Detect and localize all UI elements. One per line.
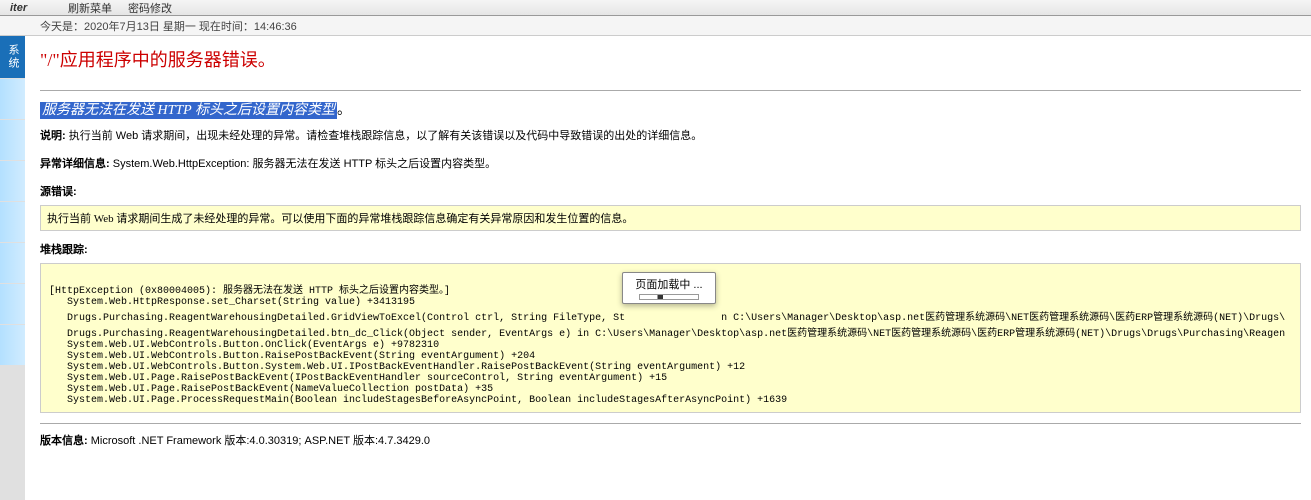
menu-refresh[interactable]: 刷新菜单 [60, 0, 120, 16]
date-bar: 今天是：2020年7月13日 星期一 现在时间：14:46:36 [0, 16, 1311, 36]
sidebar-tab-system[interactable]: 系统 [0, 36, 25, 78]
error-subtitle-period: 。 [337, 101, 351, 117]
divider [40, 90, 1301, 91]
source-error-text: 执行当前 Web 请求期间生成了未经处理的异常。可以使用下面的异常堆栈跟踪信息确… [47, 213, 633, 225]
sidebar-tab-1[interactable] [0, 79, 25, 119]
stacktrace-label: 堆栈跟踪: [40, 241, 1301, 257]
exception-text: System.Web.HttpException: 服务器无法在发送 HTTP … [110, 158, 497, 170]
version-label: 版本信息: [40, 435, 88, 447]
exception-details: 异常详细信息: System.Web.HttpException: 服务器无法在… [40, 155, 1301, 171]
sidebar-tab-7[interactable] [0, 325, 25, 365]
loading-bar [639, 294, 699, 300]
error-description: 说明: 执行当前 Web 请求期间，出现未经处理的异常。请检查堆栈跟踪信息，以了… [40, 127, 1301, 143]
main-content: "/"应用程序中的服务器错误。 服务器无法在发送 HTTP 标头之后设置内容类型… [25, 36, 1311, 500]
error-subtitle: 服务器无法在发送 HTTP 标头之后设置内容类型 [40, 102, 337, 119]
exception-label: 异常详细信息: [40, 158, 110, 170]
sidebar-tab-2[interactable] [0, 120, 25, 160]
description-text: 执行当前 Web 请求期间，出现未经处理的异常。请检查堆栈跟踪信息，以了解有关该… [66, 130, 703, 142]
sidebar-tab-6[interactable] [0, 284, 25, 324]
error-title: "/"应用程序中的服务器错误。 [40, 46, 1301, 72]
app-brand: iter [0, 2, 60, 14]
version-text: Microsoft .NET Framework 版本:4.0.30319; A… [88, 435, 430, 447]
app-header: iter 刷新菜单 密码修改 [0, 0, 1311, 16]
source-error-block: 执行当前 Web 请求期间生成了未经处理的异常。可以使用下面的异常堆栈跟踪信息确… [40, 205, 1301, 231]
error-page: "/"应用程序中的服务器错误。 服务器无法在发送 HTTP 标头之后设置内容类型… [25, 36, 1311, 458]
error-subtitle-wrap: 服务器无法在发送 HTTP 标头之后设置内容类型。 [40, 99, 1301, 119]
menu-change-password[interactable]: 密码修改 [120, 0, 180, 16]
source-error-label: 源错误: [40, 183, 1301, 199]
description-label: 说明: [40, 130, 66, 142]
sidebar-tab-5[interactable] [0, 243, 25, 283]
loading-text: 页面加载中 ... [635, 276, 702, 292]
date-text: 今天是：2020年7月13日 星期一 现在时间：14:46:36 [40, 18, 297, 34]
sidebar-tab-4[interactable] [0, 202, 25, 242]
sidebar-tab-3[interactable] [0, 161, 25, 201]
sidebar: 系统 [0, 36, 25, 500]
version-info: 版本信息: Microsoft .NET Framework 版本:4.0.30… [40, 432, 1301, 448]
loading-dialog: 页面加载中 ... [622, 272, 716, 304]
divider-bottom [40, 423, 1301, 424]
